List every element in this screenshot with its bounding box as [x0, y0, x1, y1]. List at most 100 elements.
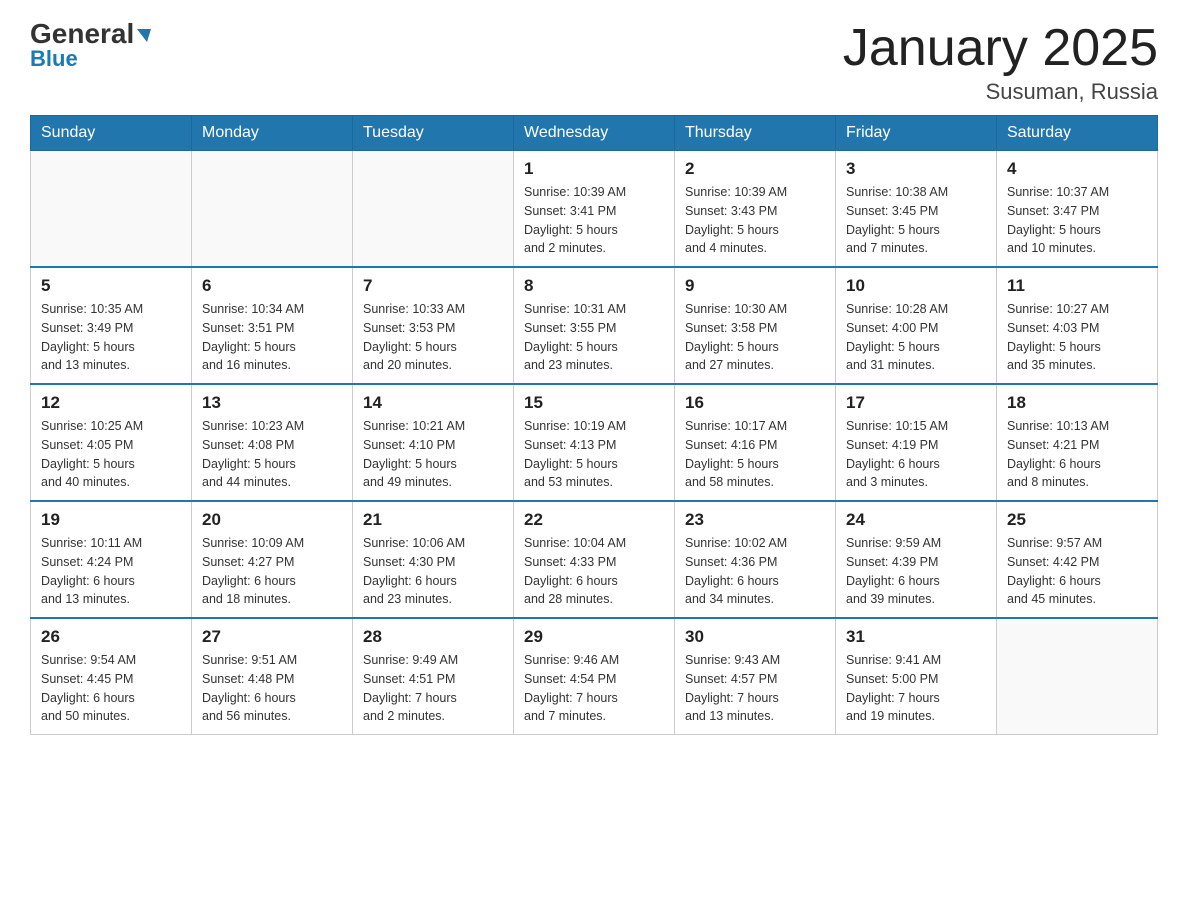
calendar-cell: 14Sunrise: 10:21 AM Sunset: 4:10 PM Dayl… — [353, 384, 514, 501]
day-number: 8 — [524, 276, 664, 296]
day-info: Sunrise: 9:57 AM Sunset: 4:42 PM Dayligh… — [1007, 534, 1147, 609]
header-saturday: Saturday — [997, 116, 1158, 151]
day-info: Sunrise: 9:54 AM Sunset: 4:45 PM Dayligh… — [41, 651, 181, 726]
header-thursday: Thursday — [675, 116, 836, 151]
day-number: 3 — [846, 159, 986, 179]
day-info: Sunrise: 10:35 AM Sunset: 3:49 PM Daylig… — [41, 300, 181, 375]
day-info: Sunrise: 10:23 AM Sunset: 4:08 PM Daylig… — [202, 417, 342, 492]
logo: General Blue — [30, 20, 151, 72]
day-number: 27 — [202, 627, 342, 647]
calendar-cell: 13 Sunrise: 10:23 AM Sunset: 4:08 PM Dayl… — [192, 384, 353, 501]
calendar-cell — [997, 618, 1158, 735]
day-number: 4 — [1007, 159, 1147, 179]
header-wednesday: Wednesday — [514, 116, 675, 151]
calendar-cell: 25 Sunrise: 9:57 AM Sunset: 4:42 PM Dayli… — [997, 501, 1158, 618]
day-info: Sunrise: 10:28 AM Sunset: 4:00 PM Daylig… — [846, 300, 986, 375]
day-number: 20 — [202, 510, 342, 530]
calendar-cell: 26Sunrise: 9:54 AM Sunset: 4:45 PM Dayli… — [31, 618, 192, 735]
day-info: Sunrise: 10:04 AM Sunset: 4:33 PM Daylig… — [524, 534, 664, 609]
calendar-cell: 18Sunrise: 10:13 AM Sunset: 4:21 PM Dayl… — [997, 384, 1158, 501]
day-number: 14 — [363, 393, 503, 413]
calendar-week-1: 1 Sunrise: 10:39 AM Sunset: 3:41 PM Dayli… — [31, 151, 1158, 268]
calendar-cell: 1 Sunrise: 10:39 AM Sunset: 3:41 PM Dayli… — [514, 151, 675, 268]
day-info: Sunrise: 10:13 AM Sunset: 4:21 PM Daylig… — [1007, 417, 1147, 492]
day-number: 23 — [685, 510, 825, 530]
day-number: 16 — [685, 393, 825, 413]
calendar-cell: 16Sunrise: 10:17 AM Sunset: 4:16 PM Dayl… — [675, 384, 836, 501]
calendar-cell: 10 Sunrise: 10:28 AM Sunset: 4:00 PM Dayl… — [836, 267, 997, 384]
calendar-cell: 4Sunrise: 10:37 AM Sunset: 3:47 PM Dayli… — [997, 151, 1158, 268]
day-number: 15 — [524, 393, 664, 413]
calendar-week-2: 5 Sunrise: 10:35 AM Sunset: 3:49 PM Dayli… — [31, 267, 1158, 384]
calendar-cell: 11 Sunrise: 10:27 AM Sunset: 4:03 PM Dayl… — [997, 267, 1158, 384]
day-info: Sunrise: 10:09 AM Sunset: 4:27 PM Daylig… — [202, 534, 342, 609]
calendar-cell: 7 Sunrise: 10:33 AM Sunset: 3:53 PM Dayli… — [353, 267, 514, 384]
day-number: 5 — [41, 276, 181, 296]
day-number: 1 — [524, 159, 664, 179]
header-tuesday: Tuesday — [353, 116, 514, 151]
day-number: 31 — [846, 627, 986, 647]
day-number: 10 — [846, 276, 986, 296]
calendar-week-4: 19 Sunrise: 10:11 AM Sunset: 4:24 PM Dayl… — [31, 501, 1158, 618]
calendar-cell: 6 Sunrise: 10:34 AM Sunset: 3:51 PM Dayli… — [192, 267, 353, 384]
day-info: Sunrise: 10:15 AM Sunset: 4:19 PM Daylig… — [846, 417, 986, 492]
logo-blue: Blue — [30, 46, 78, 72]
day-number: 7 — [363, 276, 503, 296]
day-info: Sunrise: 10:39 AM Sunset: 3:43 PM Daylig… — [685, 183, 825, 258]
calendar-cell: 19 Sunrise: 10:11 AM Sunset: 4:24 PM Dayl… — [31, 501, 192, 618]
day-info: Sunrise: 10:27 AM Sunset: 4:03 PM Daylig… — [1007, 300, 1147, 375]
calendar-cell: 3 Sunrise: 10:38 AM Sunset: 3:45 PM Dayli… — [836, 151, 997, 268]
header-friday: Friday — [836, 116, 997, 151]
calendar-cell: 21Sunrise: 10:06 AM Sunset: 4:30 PM Dayl… — [353, 501, 514, 618]
calendar-cell: 5 Sunrise: 10:35 AM Sunset: 3:49 PM Dayli… — [31, 267, 192, 384]
day-number: 11 — [1007, 276, 1147, 296]
day-info: Sunrise: 10:11 AM Sunset: 4:24 PM Daylig… — [41, 534, 181, 609]
calendar-cell: 22 Sunrise: 10:04 AM Sunset: 4:33 PM Dayl… — [514, 501, 675, 618]
day-number: 13 — [202, 393, 342, 413]
day-number: 21 — [363, 510, 503, 530]
calendar-week-3: 12 Sunrise: 10:25 AM Sunset: 4:05 PM Dayl… — [31, 384, 1158, 501]
month-title: January 2025 — [843, 20, 1158, 77]
day-info: Sunrise: 10:02 AM Sunset: 4:36 PM Daylig… — [685, 534, 825, 609]
day-number: 2 — [685, 159, 825, 179]
page-header: General Blue January 2025 Susuman, Russi… — [30, 20, 1158, 105]
day-info: Sunrise: 10:31 AM Sunset: 3:55 PM Daylig… — [524, 300, 664, 375]
calendar-cell: 29 Sunrise: 9:46 AM Sunset: 4:54 PM Dayli… — [514, 618, 675, 735]
day-info: Sunrise: 10:25 AM Sunset: 4:05 PM Daylig… — [41, 417, 181, 492]
day-info: Sunrise: 10:38 AM Sunset: 3:45 PM Daylig… — [846, 183, 986, 258]
calendar-cell: 9Sunrise: 10:30 AM Sunset: 3:58 PM Dayli… — [675, 267, 836, 384]
day-number: 22 — [524, 510, 664, 530]
location: Susuman, Russia — [843, 79, 1158, 105]
day-number: 30 — [685, 627, 825, 647]
calendar-cell: 27Sunrise: 9:51 AM Sunset: 4:48 PM Dayli… — [192, 618, 353, 735]
header-monday: Monday — [192, 116, 353, 151]
calendar-cell — [192, 151, 353, 268]
day-info: Sunrise: 10:33 AM Sunset: 3:53 PM Daylig… — [363, 300, 503, 375]
day-info: Sunrise: 10:30 AM Sunset: 3:58 PM Daylig… — [685, 300, 825, 375]
calendar-cell: 28Sunrise: 9:49 AM Sunset: 4:51 PM Dayli… — [353, 618, 514, 735]
day-number: 24 — [846, 510, 986, 530]
header-sunday: Sunday — [31, 116, 192, 151]
calendar-cell: 31 Sunrise: 9:41 AM Sunset: 5:00 PM Dayli… — [836, 618, 997, 735]
day-number: 25 — [1007, 510, 1147, 530]
day-info: Sunrise: 10:19 AM Sunset: 4:13 PM Daylig… — [524, 417, 664, 492]
calendar-table: SundayMondayTuesdayWednesdayThursdayFrid… — [30, 115, 1158, 735]
day-number: 6 — [202, 276, 342, 296]
day-number: 19 — [41, 510, 181, 530]
day-info: Sunrise: 10:34 AM Sunset: 3:51 PM Daylig… — [202, 300, 342, 375]
day-info: Sunrise: 9:41 AM Sunset: 5:00 PM Dayligh… — [846, 651, 986, 726]
calendar-cell: 15 Sunrise: 10:19 AM Sunset: 4:13 PM Dayl… — [514, 384, 675, 501]
day-number: 29 — [524, 627, 664, 647]
day-number: 12 — [41, 393, 181, 413]
calendar-cell — [353, 151, 514, 268]
calendar-cell — [31, 151, 192, 268]
calendar-cell: 30 Sunrise: 9:43 AM Sunset: 4:57 PM Dayli… — [675, 618, 836, 735]
day-info: Sunrise: 9:43 AM Sunset: 4:57 PM Dayligh… — [685, 651, 825, 726]
day-number: 17 — [846, 393, 986, 413]
calendar-week-5: 26Sunrise: 9:54 AM Sunset: 4:45 PM Dayli… — [31, 618, 1158, 735]
day-info: Sunrise: 10:39 AM Sunset: 3:41 PM Daylig… — [524, 183, 664, 258]
calendar-cell: 2 Sunrise: 10:39 AM Sunset: 3:43 PM Dayli… — [675, 151, 836, 268]
day-info: Sunrise: 9:59 AM Sunset: 4:39 PM Dayligh… — [846, 534, 986, 609]
day-number: 28 — [363, 627, 503, 647]
day-info: Sunrise: 9:46 AM Sunset: 4:54 PM Dayligh… — [524, 651, 664, 726]
